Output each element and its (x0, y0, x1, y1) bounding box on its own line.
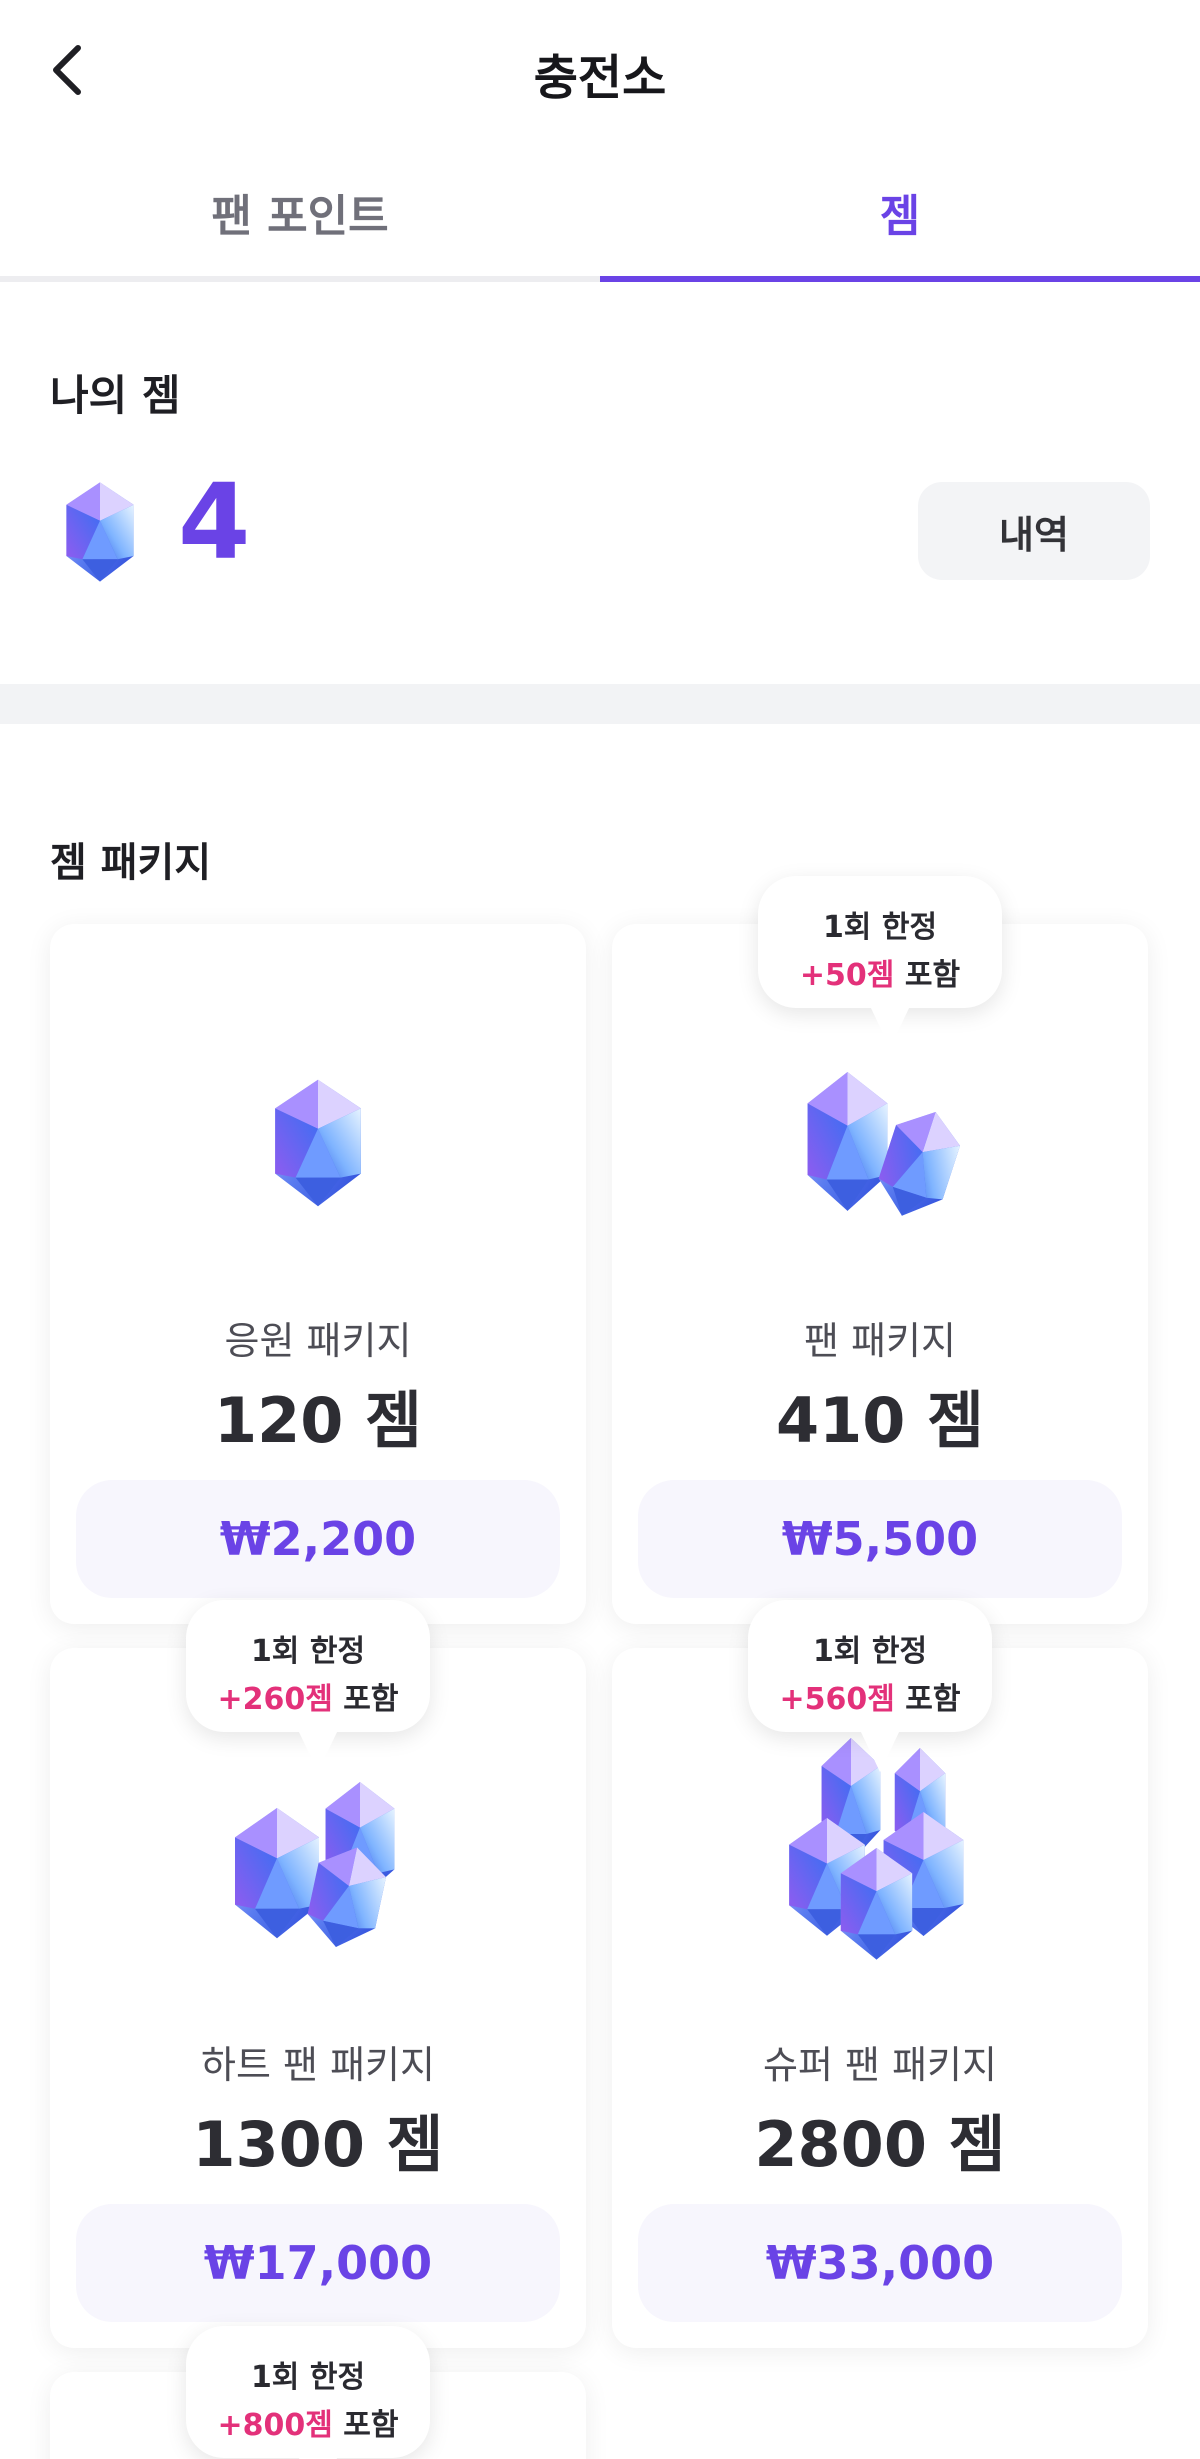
price-button[interactable]: ₩2,200 (76, 1480, 560, 1598)
history-button[interactable]: 내역 (918, 482, 1150, 580)
badge-bonus: +800젬 (217, 2408, 333, 2443)
package-amount: 410 젬 (775, 1384, 985, 1457)
badge-bonus: +560젬 (779, 1682, 895, 1717)
badge-line1: 1회 한정 (250, 2360, 366, 2395)
badge-suffix: 포함 (894, 958, 961, 993)
badge-suffix: 포함 (894, 1682, 961, 1717)
package-card-cheer[interactable]: 응원 패키지 120 젬 ₩2,200 (50, 924, 586, 1624)
package-amount: 2800 젬 (754, 2108, 1006, 2181)
badge-suffix: 포함 (332, 2408, 399, 2443)
badge-suffix: 포함 (332, 1682, 399, 1717)
section-divider (0, 684, 1200, 724)
package-name: 응원 패키지 (224, 1319, 412, 1363)
gem-cluster-icon (807, 1072, 968, 1224)
limited-badge: 1회 한정 +50젬 포함 (758, 876, 1002, 1048)
badge-line1: 1회 한정 (822, 910, 938, 945)
my-gem-count: 4 (178, 461, 251, 583)
limited-badge: 1회 한정 +560젬 포함 (748, 1600, 992, 1772)
page-title: 충전소 (533, 50, 667, 106)
gem-icon (66, 482, 134, 582)
package-name: 슈퍼 팬 패키지 (763, 2043, 997, 2087)
header: 충전소 (0, 0, 1200, 140)
gem-cluster-icon (235, 1782, 395, 1955)
badge-bonus: +260젬 (217, 1682, 333, 1717)
price-button[interactable]: ₩17,000 (76, 2204, 560, 2322)
tab-bar: 팬 포인트 젬 (0, 150, 1200, 282)
price-button[interactable]: ₩5,500 (638, 1480, 1122, 1598)
gem-icon (275, 1079, 361, 1207)
badge-bonus: +50젬 (799, 958, 895, 993)
package-name: 팬 패키지 (804, 1319, 956, 1363)
package-name: 하트 팬 패키지 (201, 2043, 435, 2087)
my-gem-label: 나의 젬 (50, 371, 181, 420)
limited-badge: 1회 한정 +800젬 포함 (186, 2326, 430, 2459)
badge-line1: 1회 한정 (250, 1634, 366, 1669)
price-button[interactable]: ₩33,000 (638, 2204, 1122, 2322)
badge-line1: 1회 한정 (812, 1634, 928, 1669)
tab-gem[interactable]: 젬 (600, 150, 1200, 282)
limited-badge: 1회 한정 +260젬 포함 (186, 1600, 430, 1772)
package-amount: 1300 젬 (192, 2108, 444, 2181)
section-title: 젬 패키지 (50, 840, 212, 886)
package-amount: 120 젬 (213, 1384, 423, 1457)
gem-cluster-icon (789, 1738, 964, 1960)
tab-fan-point[interactable]: 팬 포인트 (0, 150, 600, 276)
